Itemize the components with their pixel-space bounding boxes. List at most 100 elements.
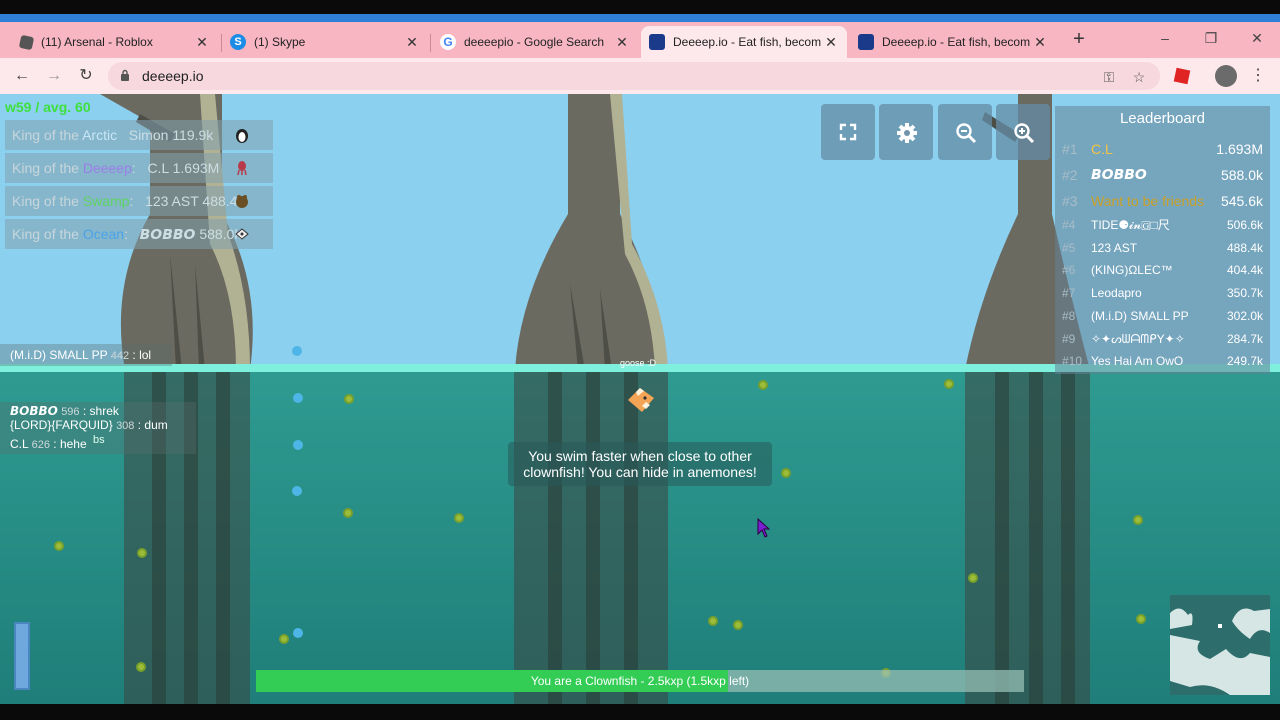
url-text: deeeep.io [142,68,204,84]
google-icon: G [440,34,456,50]
xp-progress-bar: You are a Clownfish - 2.5kxp (1.5kxp lef… [256,670,1024,692]
address-bar[interactable]: deeeep.io ⚿ ☆ [108,62,1160,90]
tab-title: (1) Skype [254,35,306,49]
new-tab-button[interactable]: + [1068,28,1090,50]
roblox-icon [18,34,35,50]
king-score: 119.9k [172,127,214,143]
king-player: 𝘽𝙊𝘽𝘽𝙊 [139,227,196,243]
back-button[interactable]: ← [10,64,34,88]
forward-button[interactable]: → [42,64,66,88]
tab-title: (11) Arsenal - Roblox [41,35,153,49]
game-canvas[interactable]: w59 / avg. 60 King of the Arctic Simon 1… [0,94,1280,704]
submerged-trunk [965,372,1090,704]
tab-divider [430,34,431,52]
skype-icon: S [230,34,246,50]
food-pellet [344,394,354,404]
settings-button[interactable] [879,104,933,160]
reload-button[interactable]: ↻ [74,64,98,88]
leaderboard-row: #8 (M.i.D) SMALL PP 302.0k [1062,309,1263,323]
zoom-out-button[interactable] [938,104,992,160]
air-bubble [292,486,302,496]
food-pellet [968,573,978,583]
leaderboard-row: #1 C.L 1.693M [1062,141,1263,157]
close-tab-icon[interactable]: ✕ [194,34,210,51]
tab-title: Deeeep.io - Eat fish, becom [882,35,1031,49]
frog-icon [236,195,248,208]
xp-label: You are a Clownfish - 2.5kxp (1.5kxp lef… [530,674,750,688]
leaderboard-row: #7 Leodapro 350.7k [1062,286,1263,300]
chat-message: 𝘽𝙊𝘽𝘽𝙊 596 : shrek [10,404,119,418]
minimap [1170,595,1270,695]
chat-message: C.L 626 : hehe [10,437,87,451]
leaderboard-row: #2 𝘽𝙊𝘽𝘽𝙊 588.0k [1062,167,1263,183]
king-arctic: King of the Arctic Simon 119.9k [5,120,273,150]
biome-name: Deeeep [82,160,132,176]
screen-top-bar [0,0,1280,14]
food-pellet [1133,515,1143,525]
restore-button[interactable]: ❐ [1199,28,1223,48]
food-pellet [708,616,718,626]
gear-icon [897,123,917,143]
close-tab-icon[interactable]: ✕ [1032,34,1048,51]
chat-message: {LORD}{FARQUID} 308 : dum [10,418,168,432]
browser-menu-button[interactable]: ⋮ [1246,64,1270,88]
leaderboard-row: #9 ✧✦ᔕᗯᗩᗰᑭY✦✧ 284.7k [1062,332,1263,346]
leaderboard-row: #3 Want to be friends 545.6k [1062,193,1263,209]
zoom-in-button[interactable] [996,104,1050,160]
leaderboard-row: #6 (KING)ΩLEC™ 404.4k [1062,263,1263,277]
tab-deeeep[interactable]: Deeeep.io - Eat fish, becom ✕ [850,26,1056,58]
tab-skype[interactable]: S (1) Skype ✕ [222,26,428,58]
profile-button[interactable] [1214,64,1238,88]
tab-google-search[interactable]: G deeeepio - Google Search ✕ [432,26,638,58]
close-tab-icon[interactable]: ✕ [404,34,420,51]
food-pellet [454,513,464,523]
close-window-button[interactable]: ✕ [1245,28,1269,48]
food-pellet [136,662,146,672]
forward-arrow-icon: → [46,67,62,84]
king-swamp: King of the Swamp: 123 AST 488.4k [5,186,273,216]
king-player: C.L [147,160,169,176]
boost-meter [14,622,30,690]
close-tab-icon[interactable]: ✕ [823,34,839,51]
air-bubble [292,346,302,356]
tab-roblox[interactable]: (11) Arsenal - Roblox ✕ [12,26,218,58]
bookmark-star-icon[interactable]: ☆ [1130,68,1148,86]
food-pellet [733,620,743,630]
clownfish-player [628,388,654,412]
shark-icon [235,228,249,240]
extension-button[interactable] [1170,64,1194,88]
food-pellet [137,548,147,558]
biome-name: Arctic [82,127,118,143]
food-pellet [944,379,954,389]
player-name-label: goose :D [620,358,657,368]
king-deeeep: King of the Deeeep: C.L 1.693M [5,153,273,183]
biome-name: Swamp [82,193,130,209]
browser-toolbar: ← → ↻ deeeep.io ⚿ ☆ ⋮ [0,58,1280,94]
tab-deeeep-active[interactable]: Deeeep.io - Eat fish, becom ✕ [641,26,847,58]
fullscreen-button[interactable] [821,104,875,160]
air-bubble [293,440,303,450]
submerged-trunk [514,372,668,704]
window-accent-strip [0,14,1280,22]
more-vertical-icon: ⋮ [1250,67,1266,84]
deeeep-icon [858,34,874,50]
minimap-terrain [1170,608,1270,695]
close-tab-icon[interactable]: ✕ [614,34,630,51]
tab-title: Deeeep.io - Eat fish, becom [673,35,822,49]
fullscreen-icon [839,123,857,141]
key-icon[interactable]: ⚿ [1100,68,1118,86]
back-arrow-icon: ← [14,67,30,84]
food-pellet [1136,614,1146,624]
tip-message: You swim faster when close to other clow… [508,442,772,486]
food-pellet [54,541,64,551]
leaderboard: Leaderboard #1 C.L 1.693M #2 𝘽𝙊𝘽𝘽𝙊 588.0… [1055,106,1270,374]
avatar [1215,65,1237,87]
zoom-out-icon [956,123,977,144]
zoom-in-icon [1014,123,1035,144]
minimize-button[interactable]: – [1153,28,1177,48]
lock-icon [121,69,129,81]
deeeep-icon [649,34,665,50]
chat-message: (M.i.D) SMALL PP 442 : lol [10,348,152,362]
leaderboard-row: #10 Yes Hai Am OwO 249.7k [1062,354,1263,368]
food-pellet [758,380,768,390]
